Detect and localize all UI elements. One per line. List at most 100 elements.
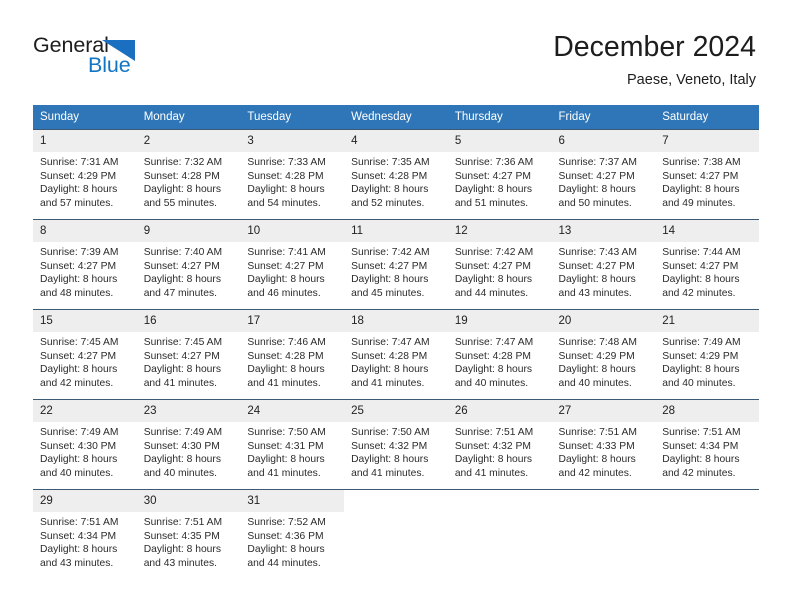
- sunrise-text: Sunrise: 7:47 AM: [351, 337, 430, 348]
- daylight-text-line2: and 42 minutes.: [662, 287, 736, 299]
- daylight-text-line1: Daylight: 8 hours: [454, 274, 533, 286]
- sunset-text: Sunset: 4:29 PM: [558, 350, 635, 362]
- day-number: 25: [344, 400, 448, 422]
- sunset-text: Sunset: 4:27 PM: [247, 260, 324, 272]
- sunrise-text: Sunrise: 7:33 AM: [247, 157, 326, 168]
- sunset-text: Sunset: 4:27 PM: [558, 260, 635, 272]
- day-details: Sunrise: 7:33 AM Sunset: 4:28 PM Dayligh…: [240, 152, 344, 210]
- day-cell[interactable]: 28 Sunrise: 7:51 AM Sunset: 4:34 PM Dayl…: [655, 399, 759, 490]
- day-cell[interactable]: 5 Sunrise: 7:36 AM Sunset: 4:27 PM Dayli…: [447, 129, 552, 220]
- day-details: Sunrise: 7:47 AM Sunset: 4:28 PM Dayligh…: [448, 332, 552, 390]
- day-details: Sunrise: 7:45 AM Sunset: 4:27 PM Dayligh…: [33, 332, 137, 390]
- day-cell[interactable]: 31 Sunrise: 7:52 AM Sunset: 4:36 PM Dayl…: [240, 489, 345, 580]
- day-details: Sunrise: 7:32 AM Sunset: 4:28 PM Dayligh…: [137, 152, 241, 210]
- day-cell[interactable]: 11 Sunrise: 7:42 AM Sunset: 4:27 PM Dayl…: [344, 219, 448, 310]
- daylight-text-line2: and 49 minutes.: [662, 197, 736, 209]
- day-cell[interactable]: 25 Sunrise: 7:50 AM Sunset: 4:32 PM Dayl…: [344, 399, 448, 490]
- day-cell[interactable]: 7 Sunrise: 7:38 AM Sunset: 4:27 PM Dayli…: [655, 129, 759, 220]
- day-number: [344, 490, 448, 512]
- day-number: 14: [655, 220, 759, 242]
- day-cell[interactable]: 6 Sunrise: 7:37 AM Sunset: 4:27 PM Dayli…: [551, 129, 656, 220]
- location-subtitle: Paese, Veneto, Italy: [627, 72, 756, 88]
- day-cell[interactable]: 22 Sunrise: 7:49 AM Sunset: 4:30 PM Dayl…: [33, 399, 137, 490]
- day-cell[interactable]: 30 Sunrise: 7:51 AM Sunset: 4:35 PM Dayl…: [136, 489, 241, 580]
- day-cell[interactable]: 3 Sunrise: 7:33 AM Sunset: 4:28 PM Dayli…: [240, 129, 345, 220]
- day-number: 22: [33, 400, 137, 422]
- sunrise-text: Sunrise: 7:48 AM: [558, 337, 637, 348]
- page-title: December 2024: [553, 31, 756, 63]
- day-cell[interactable]: 20 Sunrise: 7:48 AM Sunset: 4:29 PM Dayl…: [551, 309, 656, 400]
- day-cell[interactable]: 29 Sunrise: 7:51 AM Sunset: 4:34 PM Dayl…: [33, 489, 137, 580]
- daylight-text-line2: and 44 minutes.: [454, 287, 529, 299]
- sunset-text: Sunset: 4:28 PM: [143, 170, 220, 182]
- day-cell[interactable]: 14 Sunrise: 7:44 AM Sunset: 4:27 PM Dayl…: [655, 219, 759, 310]
- day-cell-empty: [655, 489, 759, 580]
- sunset-text: Sunset: 4:28 PM: [351, 170, 428, 182]
- day-cell[interactable]: 23 Sunrise: 7:49 AM Sunset: 4:30 PM Dayl…: [136, 399, 241, 490]
- day-number: 17: [240, 310, 345, 332]
- day-number: [655, 490, 759, 512]
- weekday-header-tuesday: Tuesday: [240, 105, 345, 130]
- sunset-text: Sunset: 4:27 PM: [40, 350, 117, 362]
- sunrise-text: Sunrise: 7:51 AM: [454, 427, 534, 438]
- daylight-text-line2: and 41 minutes.: [351, 377, 425, 389]
- sunrise-text: Sunrise: 7:52 AM: [247, 517, 326, 528]
- daylight-text-line2: and 40 minutes.: [558, 377, 632, 389]
- daylight-text-line2: and 51 minutes.: [454, 197, 529, 209]
- daylight-text-line2: and 57 minutes.: [40, 197, 114, 209]
- day-number: 5: [447, 130, 552, 152]
- daylight-text-line2: and 52 minutes.: [351, 197, 425, 209]
- daylight-text-line1: Daylight: 8 hours: [558, 274, 636, 286]
- day-cell[interactable]: 13 Sunrise: 7:43 AM Sunset: 4:27 PM Dayl…: [551, 219, 656, 310]
- sunset-text: Sunset: 4:27 PM: [454, 170, 531, 182]
- day-cell[interactable]: 8 Sunrise: 7:39 AM Sunset: 4:27 PM Dayli…: [33, 219, 137, 310]
- day-cell[interactable]: 9 Sunrise: 7:40 AM Sunset: 4:27 PM Dayli…: [136, 219, 241, 310]
- daylight-text-line2: and 43 minutes.: [40, 557, 114, 569]
- sunrise-text: Sunrise: 7:51 AM: [143, 517, 223, 528]
- day-number: 30: [136, 490, 241, 512]
- sunrise-text: Sunrise: 7:35 AM: [351, 157, 430, 168]
- day-number: 31: [240, 490, 345, 512]
- general-blue-logo[interactable]: General Blue: [33, 33, 213, 81]
- sunrise-text: Sunrise: 7:40 AM: [143, 247, 223, 258]
- day-details: Sunrise: 7:40 AM Sunset: 4:27 PM Dayligh…: [137, 242, 241, 300]
- day-details: Sunrise: 7:42 AM Sunset: 4:27 PM Dayligh…: [344, 242, 448, 300]
- day-cell[interactable]: 16 Sunrise: 7:45 AM Sunset: 4:27 PM Dayl…: [136, 309, 241, 400]
- sunrise-text: Sunrise: 7:36 AM: [454, 157, 534, 168]
- day-details: Sunrise: 7:38 AM Sunset: 4:27 PM Dayligh…: [655, 152, 759, 210]
- day-cell[interactable]: 27 Sunrise: 7:51 AM Sunset: 4:33 PM Dayl…: [551, 399, 656, 490]
- day-cell[interactable]: 17 Sunrise: 7:46 AM Sunset: 4:28 PM Dayl…: [240, 309, 345, 400]
- day-cell[interactable]: 18 Sunrise: 7:47 AM Sunset: 4:28 PM Dayl…: [344, 309, 448, 400]
- week-row: 29 Sunrise: 7:51 AM Sunset: 4:34 PM Dayl…: [33, 489, 759, 580]
- day-cell[interactable]: 12 Sunrise: 7:42 AM Sunset: 4:27 PM Dayl…: [447, 219, 552, 310]
- sunrise-text: Sunrise: 7:50 AM: [351, 427, 430, 438]
- daylight-text-line1: Daylight: 8 hours: [454, 184, 533, 196]
- day-cell[interactable]: 10 Sunrise: 7:41 AM Sunset: 4:27 PM Dayl…: [240, 219, 345, 310]
- day-number: 3: [240, 130, 345, 152]
- day-details: Sunrise: 7:51 AM Sunset: 4:32 PM Dayligh…: [448, 422, 552, 480]
- daylight-text-line1: Daylight: 8 hours: [454, 454, 533, 466]
- sunrise-text: Sunrise: 7:49 AM: [40, 427, 119, 438]
- day-cell[interactable]: 1 Sunrise: 7:31 AM Sunset: 4:29 PM Dayli…: [33, 129, 137, 220]
- daylight-text-line1: Daylight: 8 hours: [247, 544, 325, 556]
- day-cell[interactable]: 15 Sunrise: 7:45 AM Sunset: 4:27 PM Dayl…: [33, 309, 137, 400]
- day-details: Sunrise: 7:44 AM Sunset: 4:27 PM Dayligh…: [655, 242, 759, 300]
- day-number: 1: [33, 130, 137, 152]
- day-details: Sunrise: 7:41 AM Sunset: 4:27 PM Dayligh…: [240, 242, 344, 300]
- day-cell[interactable]: 19 Sunrise: 7:47 AM Sunset: 4:28 PM Dayl…: [447, 309, 552, 400]
- day-number: 19: [447, 310, 552, 332]
- sunset-text: Sunset: 4:27 PM: [143, 350, 220, 362]
- daylight-text-line1: Daylight: 8 hours: [351, 184, 429, 196]
- daylight-text-line1: Daylight: 8 hours: [143, 184, 221, 196]
- daylight-text-line2: and 40 minutes.: [40, 467, 114, 479]
- day-cell[interactable]: 2 Sunrise: 7:32 AM Sunset: 4:28 PM Dayli…: [136, 129, 241, 220]
- day-cell[interactable]: 26 Sunrise: 7:51 AM Sunset: 4:32 PM Dayl…: [447, 399, 552, 490]
- sunrise-text: Sunrise: 7:38 AM: [662, 157, 741, 168]
- weekday-header-saturday: Saturday: [655, 105, 759, 130]
- day-cell[interactable]: 4 Sunrise: 7:35 AM Sunset: 4:28 PM Dayli…: [344, 129, 448, 220]
- week-row: 8 Sunrise: 7:39 AM Sunset: 4:27 PM Dayli…: [33, 219, 759, 310]
- day-cell[interactable]: 24 Sunrise: 7:50 AM Sunset: 4:31 PM Dayl…: [240, 399, 345, 490]
- weekday-header-wednesday: Wednesday: [344, 105, 448, 130]
- day-cell[interactable]: 21 Sunrise: 7:49 AM Sunset: 4:29 PM Dayl…: [655, 309, 759, 400]
- daylight-text-line1: Daylight: 8 hours: [40, 454, 118, 466]
